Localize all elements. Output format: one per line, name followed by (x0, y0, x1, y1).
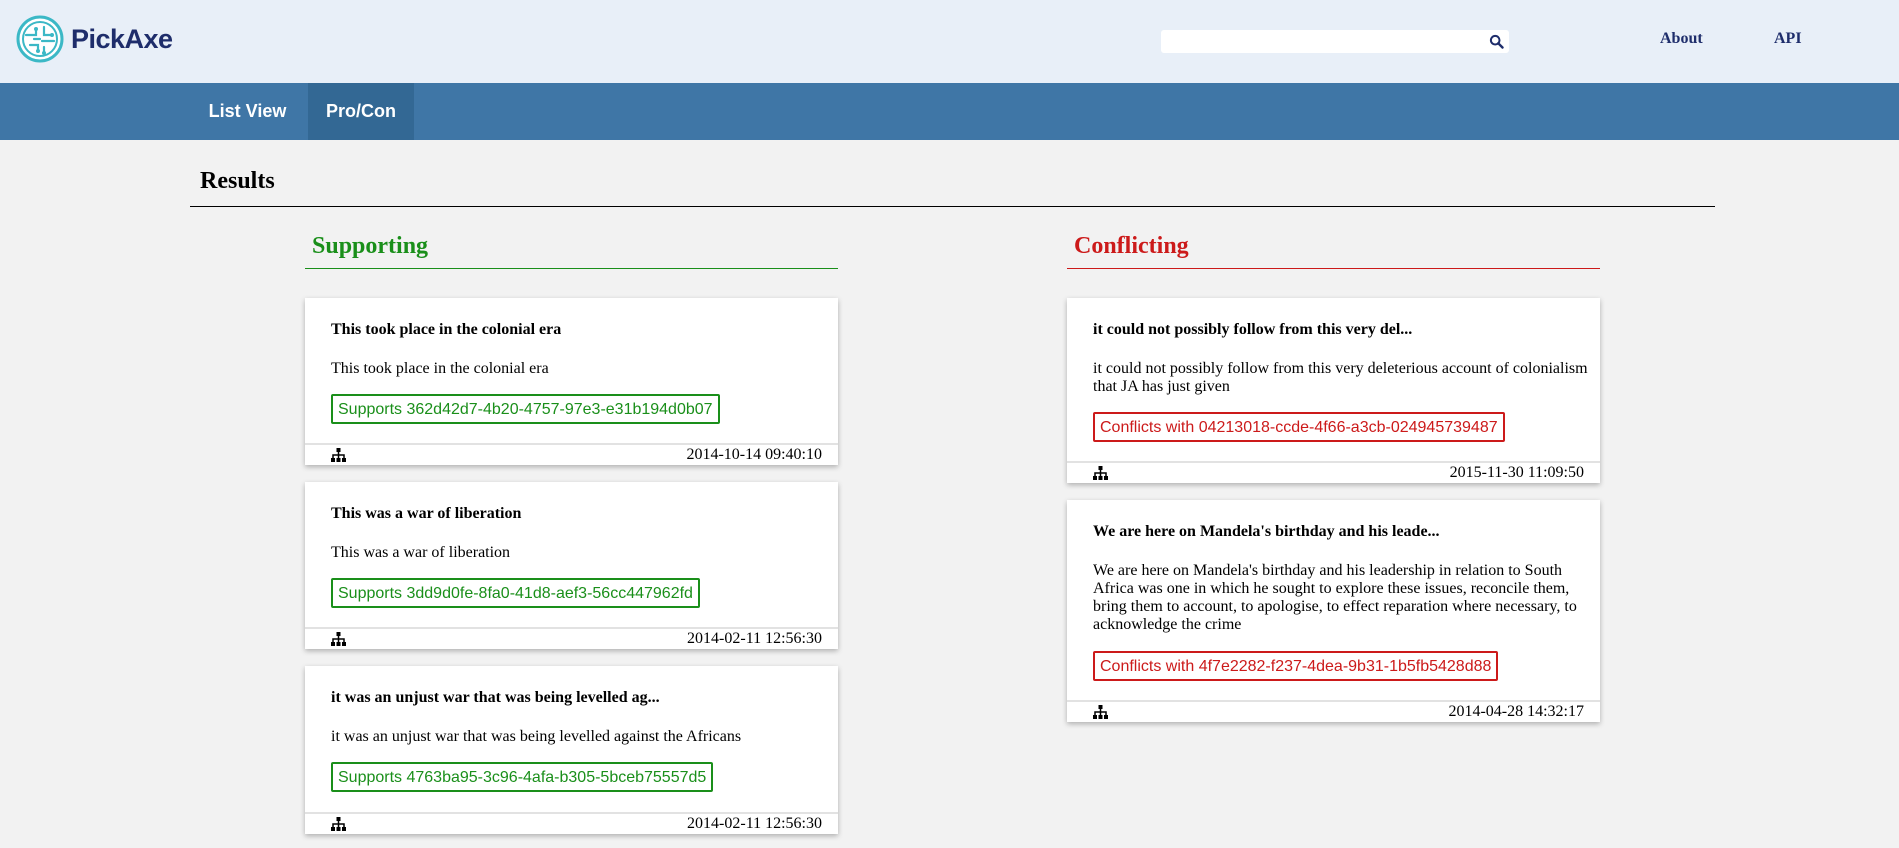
supports-link[interactable]: Supports 4763ba95-3c96-4afa-b305-5bceb75… (331, 762, 714, 792)
conflicting-heading: Conflicting (1074, 233, 1189, 259)
card-footer: 2014-02-11 12:56:30 (305, 627, 838, 649)
supports-link[interactable]: Supports 362d42d7-4b20-4757-97e3-e31b194… (331, 394, 720, 424)
pickaxe-logo-icon[interactable] (16, 15, 64, 63)
tree-structure-icon[interactable] (1093, 466, 1108, 480)
card-title[interactable]: it could not possibly follow from this v… (1093, 321, 1412, 339)
search-icon[interactable] (1489, 34, 1504, 49)
card-body: it could not possibly follow from this v… (1093, 360, 1588, 395)
card-footer: 2014-02-11 12:56:30 (305, 812, 838, 834)
supporting-heading: Supporting (312, 233, 429, 259)
about-link[interactable]: About (1660, 30, 1703, 48)
tree-structure-icon[interactable] (331, 817, 346, 831)
timestamp: 2014-04-28 14:32:17 (1448, 703, 1584, 720)
conflicts-link[interactable]: Conflicts with 4f7e2282-f237-4dea-9b31-1… (1093, 651, 1499, 681)
supporting-card: This took place in the colonial era This… (305, 298, 838, 465)
tree-structure-icon[interactable] (331, 448, 346, 462)
card-body: it was an unjust war that was being leve… (331, 728, 742, 745)
card-title[interactable]: We are here on Mandela's birthday and hi… (1093, 523, 1440, 541)
tab-list-view[interactable]: List View (190, 83, 305, 140)
brand-name[interactable]: PickAxe (71, 24, 173, 55)
card-body: This was a war of liberation (331, 544, 511, 561)
card-title[interactable]: This took place in the colonial era (331, 321, 561, 339)
timestamp: 2015-11-30 11:09:50 (1449, 464, 1584, 481)
tree-structure-icon[interactable] (331, 632, 346, 646)
results-divider (190, 206, 1715, 207)
api-link[interactable]: API (1774, 30, 1802, 48)
results-title: Results (200, 168, 275, 194)
supporting-card: This was a war of liberation This was a … (305, 482, 838, 649)
card-title[interactable]: This was a war of liberation (331, 505, 521, 523)
card-footer: 2014-04-28 14:32:17 (1067, 700, 1600, 722)
tree-structure-icon[interactable] (1093, 705, 1108, 719)
card-body: This took place in the colonial era (331, 360, 549, 377)
timestamp: 2014-10-14 09:40:10 (686, 446, 822, 463)
view-nav-bar: List View Pro/Con (0, 83, 1899, 140)
search-box (1161, 30, 1509, 53)
top-header: PickAxe About API (0, 0, 1899, 83)
card-title[interactable]: it was an unjust war that was being leve… (331, 689, 660, 707)
supports-link[interactable]: Supports 3dd9d0fe-8fa0-41d8-aef3-56cc447… (331, 578, 700, 608)
conflicting-card: it could not possibly follow from this v… (1067, 298, 1600, 483)
conflicts-link[interactable]: Conflicts with 04213018-ccde-4f66-a3cb-0… (1093, 412, 1505, 442)
card-footer: 2015-11-30 11:09:50 (1067, 461, 1600, 483)
supporting-card: it was an unjust war that was being leve… (305, 666, 838, 834)
card-body: We are here on Mandela's birthday and hi… (1093, 562, 1577, 633)
timestamp: 2014-02-11 12:56:30 (687, 630, 822, 647)
conflicting-card: We are here on Mandela's birthday and hi… (1067, 500, 1600, 722)
supporting-divider (305, 268, 838, 269)
timestamp: 2014-02-11 12:56:30 (687, 815, 822, 832)
card-footer: 2014-10-14 09:40:10 (305, 443, 838, 465)
search-input[interactable] (1161, 30, 1481, 53)
conflicting-divider (1067, 268, 1600, 269)
tab-pro-con[interactable]: Pro/Con (308, 83, 414, 140)
